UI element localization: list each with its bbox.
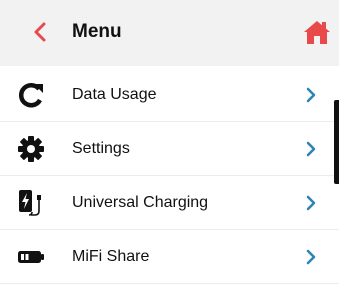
- menu-item-label: Data Usage: [72, 86, 157, 103]
- menu-item-label: Universal Charging: [72, 194, 209, 211]
- home-icon: [304, 21, 330, 44]
- charging-phone-icon: [14, 188, 48, 218]
- chevron-right-icon: [300, 84, 322, 106]
- back-button[interactable]: [26, 18, 54, 46]
- menu-item-settings[interactable]: Settings: [0, 122, 339, 176]
- home-button[interactable]: [302, 18, 332, 46]
- menu-item-mifi-share[interactable]: MiFi Share: [0, 230, 339, 284]
- refresh-icon: [14, 80, 48, 110]
- page-title: Menu: [72, 21, 122, 42]
- menu-item-data-usage[interactable]: Data Usage: [0, 68, 339, 122]
- header-bar: Menu: [0, 0, 339, 66]
- chevron-left-icon: [34, 22, 46, 42]
- menu-item-universal-charging[interactable]: Universal Charging: [0, 176, 339, 230]
- scrollbar[interactable]: [334, 100, 339, 184]
- chevron-right-icon: [300, 138, 322, 160]
- gear-icon: [14, 134, 48, 164]
- menu-item-label: MiFi Share: [72, 248, 150, 265]
- chevron-right-icon: [300, 246, 322, 268]
- menu-item-label: Settings: [72, 140, 130, 157]
- battery-share-icon: [14, 242, 48, 272]
- chevron-right-icon: [300, 192, 322, 214]
- menu-list: Data Usage Settings Universal Charging M…: [0, 68, 339, 284]
